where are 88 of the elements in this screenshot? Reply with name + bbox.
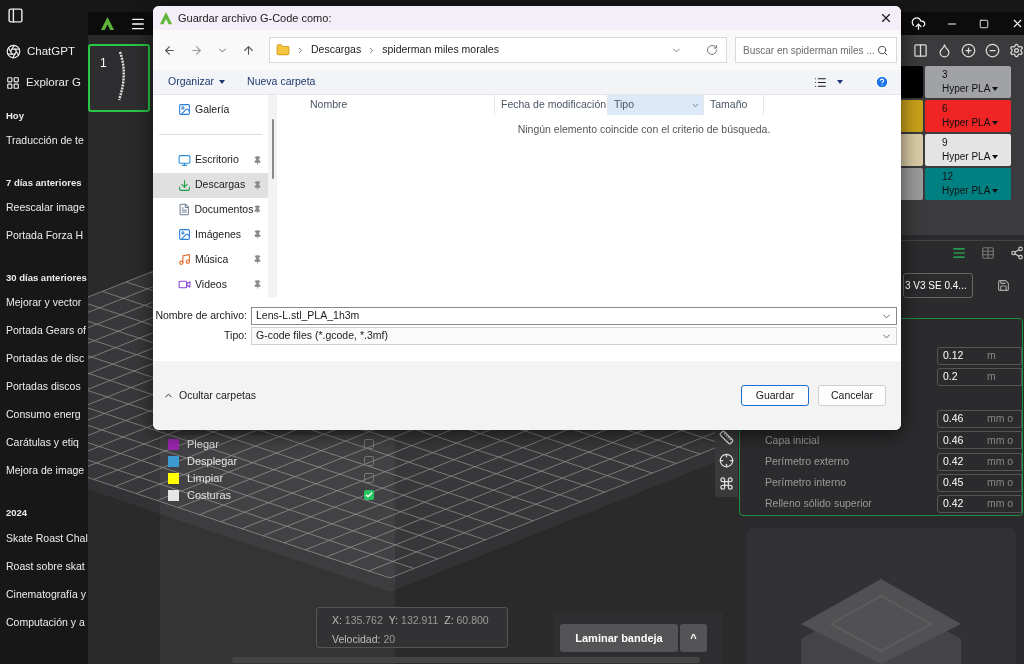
parameter-field[interactable]: 0.45 mm o (936, 474, 1022, 493)
parameter-field[interactable]: 0.2 m (936, 367, 1022, 386)
address-bar[interactable]: Descargas spiderman miles morales (269, 37, 727, 63)
field-label: Tipo: (223, 328, 248, 344)
speed-readout: Velocidad: 20 (332, 631, 397, 647)
conversation-item[interactable]: Computación y a (6, 612, 88, 641)
organize-menu[interactable]: Organizar (168, 74, 226, 90)
filament-slot[interactable]: 6 Hyper PLA (925, 100, 1011, 132)
unit-label: mm o (986, 475, 1014, 491)
dialog-title: Guardar archivo G-Code como: (178, 10, 333, 26)
sidebar-item[interactable]: Explorar G (26, 74, 81, 92)
parameter-label: Perímetro interno (764, 475, 848, 491)
nav-item[interactable]: Documentos (153, 197, 268, 223)
material-label: Hyper PLA (942, 184, 991, 198)
conversation-item[interactable]: Mejorar y vector (6, 293, 88, 322)
unit-label: mm o (986, 496, 1014, 512)
section-heading: Hoy (6, 108, 25, 123)
search-field[interactable]: Buscar en spiderman miles ... (735, 37, 897, 63)
conversation-item[interactable]: Cinematografía y (6, 584, 88, 613)
conversation-item[interactable]: Roast sobre skat (6, 556, 88, 585)
plate-thumbnail[interactable]: 1 (88, 44, 150, 112)
cancel-button[interactable]: Cancelar (818, 385, 886, 406)
material-label: Hyper PLA (942, 116, 991, 130)
parameter-field[interactable]: 0.12 m (936, 346, 1022, 365)
conversation-item[interactable]: Portadas de disc (6, 349, 88, 378)
section-heading: 30 días anteriores (6, 271, 88, 285)
parameter-field[interactable]: 0.42 mm o (936, 495, 1022, 514)
conversation-item[interactable]: Portadas discos (6, 377, 88, 406)
slot-number: 3 (942, 68, 949, 82)
section-heading: 2024 (6, 506, 29, 521)
slot-number: 6 (942, 102, 949, 116)
parameter-field[interactable]: 0.46 mm o (936, 410, 1022, 429)
plate-number: 1 (100, 55, 107, 72)
conversation-item[interactable]: Skate Roast Chal (6, 528, 88, 557)
breadcrumb-item[interactable]: Descargas (311, 42, 362, 58)
nav-item[interactable]: Galería (153, 97, 268, 122)
section-heading: 7 días anteriores (6, 175, 83, 190)
filament-slot[interactable]: 3 Hyper PLA (925, 66, 1011, 98)
x-coordinate: X: 135.762 (332, 613, 383, 628)
parameter-field[interactable]: 0.42 mm o (936, 452, 1022, 471)
filament-slot[interactable]: 12 Hyper PLA (925, 168, 1011, 200)
printer-dropdown[interactable]: 3 V3 SE 0.4... (903, 273, 973, 298)
legend-label: Desplegar (187, 453, 239, 469)
filament-slot[interactable]: 9 Hyper PLA (925, 134, 1011, 166)
nav-item[interactable]: Música (153, 247, 268, 273)
parameter-label: Relleno sólido superior (764, 496, 873, 512)
unit-label: mm o (986, 453, 1014, 469)
expand-button[interactable]: ^ (680, 624, 707, 652)
legend-label: Plegar (187, 436, 220, 452)
parameter-field[interactable]: 0.46 mm o (936, 431, 1022, 450)
hide-folders-button[interactable]: Ocultar carpetas (163, 387, 257, 404)
legend-label: Costuras (187, 487, 233, 503)
conversation-item[interactable]: Mejora de image (6, 461, 88, 490)
unit-label: mm o (986, 432, 1014, 448)
unit-label: m (986, 369, 996, 385)
material-label: Hyper PLA (942, 150, 991, 164)
conversation-item[interactable]: Portada Gears of (6, 321, 88, 350)
breadcrumb-item[interactable]: spiderman miles morales (382, 42, 499, 58)
legend-label: Limpiar (187, 470, 225, 486)
unit-label: mm o (986, 411, 1014, 427)
column-header[interactable]: Tipo (608, 95, 704, 115)
nav-item[interactable]: Descargas (153, 172, 268, 198)
slot-number: 12 (942, 170, 955, 184)
filename-field[interactable]: Lens-L.stl_PLA_1h3m (251, 307, 897, 325)
conversation-item[interactable]: Reescalar image (6, 198, 88, 226)
conversation-item[interactable]: Consumo energ (6, 405, 88, 434)
nav-item[interactable]: Escritorio (153, 147, 268, 173)
y-coordinate: Y: 132.911 (388, 613, 439, 628)
z-coordinate: Z: 60.800 (444, 613, 489, 628)
nav-item[interactable]: Imágenes (153, 222, 268, 248)
material-label: Hyper PLA (942, 82, 991, 96)
save-button[interactable]: Guardar (741, 385, 809, 406)
slot-number: 9 (942, 136, 949, 150)
slice-button[interactable]: Laminar bandeja (560, 624, 678, 652)
conversation-item[interactable]: Traducción de te (6, 130, 88, 159)
new-folder-button[interactable]: Nueva carpeta (247, 74, 316, 90)
field-label: Nombre de archivo: (154, 308, 248, 324)
sidebar-item[interactable]: ChatGPT (27, 43, 75, 61)
conversation-item[interactable]: Carátulas y etiq (6, 433, 88, 462)
parameter-label: Perímetro externo (764, 453, 851, 469)
conversation-item[interactable]: Portada Forza H (6, 226, 88, 254)
column-header[interactable]: Nombre (304, 95, 495, 115)
empty-message: Ningún elemento coincide con el criterio de búsqueda. (517, 122, 771, 137)
column-header[interactable]: Tamaño (704, 95, 764, 115)
parameter-label: Capa inicial (764, 432, 821, 448)
unit-label: m (986, 347, 996, 363)
nav-item[interactable]: Videos (153, 272, 268, 297)
filetype-dropdown[interactable]: G-code files (*.gcode, *.3mf) (251, 327, 897, 345)
